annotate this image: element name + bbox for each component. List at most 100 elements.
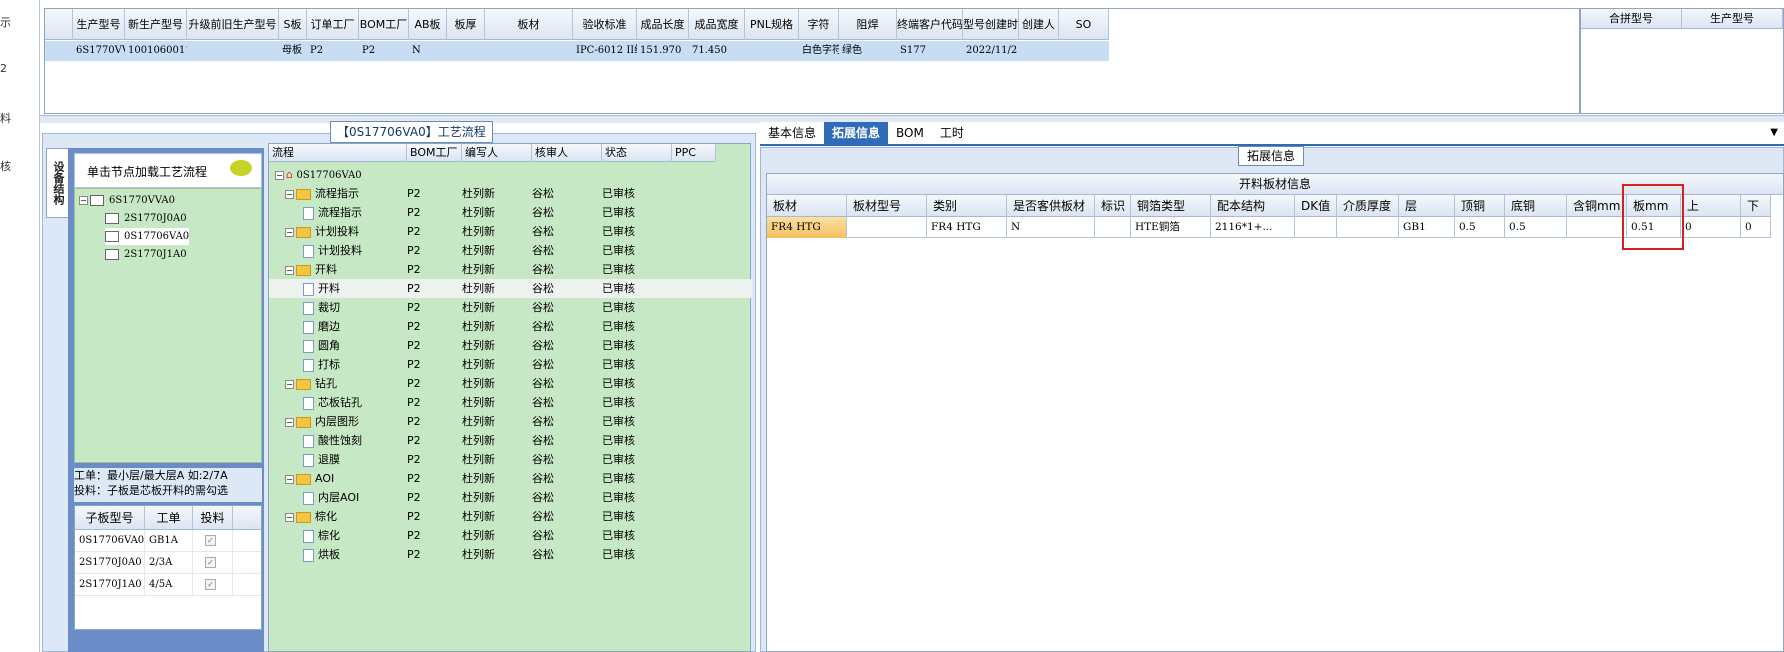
collapse-icon[interactable]: −: [285, 265, 294, 275]
process-col-header[interactable]: PPC: [672, 144, 716, 162]
process-name-cell[interactable]: 芯板钻孔: [269, 393, 407, 412]
material-cell[interactable]: [1337, 217, 1399, 238]
subboard-row[interactable]: 0S17706VA0 GB1A ✓: [75, 530, 261, 552]
process-col-header[interactable]: BOM工厂: [407, 144, 462, 162]
collapse-icon[interactable]: −: [285, 417, 294, 427]
col-header[interactable]: S板: [279, 9, 307, 40]
tree-item[interactable]: 2S1770J0A0: [105, 210, 187, 227]
subboard-cell[interactable]: ✓: [193, 552, 233, 573]
nav-label-1[interactable]: 示: [0, 14, 11, 30]
grid-cell[interactable]: 2022/11/2: [963, 41, 1019, 61]
process-name-cell[interactable]: 开料: [269, 279, 407, 298]
col-header[interactable]: 订单工厂: [307, 9, 359, 40]
grid-cell[interactable]: IPC-6012 II级: [573, 41, 637, 61]
process-row[interactable]: 退膜 P2 杜列新 谷松 已审核: [269, 450, 752, 469]
process-row[interactable]: 裁切 P2 杜列新 谷松 已审核: [269, 298, 752, 317]
grid-cell[interactable]: 10010600113309: [125, 41, 187, 61]
material-col-header[interactable]: 板材型号: [847, 195, 927, 217]
grid-cell[interactable]: [1019, 41, 1059, 61]
subboard-cell[interactable]: 4/5A: [145, 574, 193, 595]
grid-cell[interactable]: 71.450: [689, 41, 745, 61]
process-name-cell[interactable]: − 计划投料: [269, 222, 407, 241]
material-col-header[interactable]: 板材: [767, 195, 847, 217]
col-header[interactable]: 字符: [799, 9, 839, 40]
sub-col-0[interactable]: 子板型号: [75, 506, 145, 529]
process-col-header[interactable]: 状态: [602, 144, 672, 162]
process-name-cell[interactable]: 棕化: [269, 526, 407, 545]
subboard-cell[interactable]: ✓: [193, 530, 233, 551]
tree-item[interactable]: 2S1770J1A0: [105, 246, 187, 263]
process-row[interactable]: − 流程指示 P2 杜列新 谷松 已审核: [269, 184, 752, 203]
process-name-cell[interactable]: − 流程指示: [269, 184, 407, 203]
subboard-row[interactable]: 2S1770J0A0 2/3A ✓: [75, 552, 261, 574]
material-col-header[interactable]: 顶铜: [1455, 195, 1505, 217]
material-col-header[interactable]: 下: [1741, 195, 1771, 217]
tab-bom[interactable]: BOM: [888, 122, 932, 144]
material-cell[interactable]: 2116*1+...: [1211, 217, 1295, 238]
material-cell[interactable]: FR4 HTG: [927, 217, 1007, 238]
material-col-header[interactable]: 上: [1681, 195, 1741, 217]
process-row[interactable]: − 棕化 P2 杜列新 谷松 已审核: [269, 507, 752, 526]
material-cell[interactable]: 0: [1741, 217, 1771, 238]
material-col-header[interactable]: 类别: [927, 195, 1007, 217]
grid-cell[interactable]: S177: [897, 41, 963, 61]
process-row[interactable]: − 钻孔 P2 杜列新 谷松 已审核: [269, 374, 752, 393]
process-name-cell[interactable]: − 钻孔: [269, 374, 407, 393]
process-row[interactable]: 内层AOI P2 杜列新 谷松 已审核: [269, 488, 752, 507]
process-name-cell[interactable]: 圆角: [269, 336, 407, 355]
grid-cell[interactable]: N: [409, 41, 447, 61]
process-name-cell[interactable]: − 开料: [269, 260, 407, 279]
material-row[interactable]: FR4 HTG FR4 HTG N HTE铜箔 2116*1+... GB1 0.5 0.5 0…: [767, 217, 1771, 238]
process-row[interactable]: 圆角 P2 杜列新 谷松 已审核: [269, 336, 752, 355]
col-header[interactable]: 验收标准: [573, 9, 637, 40]
process-row[interactable]: − 内层图形 P2 杜列新 谷松 已审核: [269, 412, 752, 431]
process-row[interactable]: 芯板钻孔 P2 杜列新 谷松 已审核: [269, 393, 752, 412]
process-row[interactable]: 烘板 P2 杜列新 谷松 已审核: [269, 545, 752, 564]
process-row[interactable]: 酸性蚀刻 P2 杜列新 谷松 已审核: [269, 431, 752, 450]
vertical-tab-structure[interactable]: 设备结构: [46, 148, 68, 218]
grid-cell[interactable]: 6S1770VVA0: [73, 41, 125, 61]
process-row[interactable]: 计划投料 P2 杜列新 谷松 已审核: [269, 241, 752, 260]
col-header[interactable]: SO: [1059, 9, 1109, 40]
material-col-header[interactable]: 底铜: [1505, 195, 1567, 217]
process-col-header[interactable]: 编写人: [462, 144, 532, 162]
nav-label-4[interactable]: 核: [0, 158, 11, 174]
material-col-header[interactable]: 层: [1399, 195, 1455, 217]
collapse-icon[interactable]: −: [285, 189, 294, 199]
material-cell[interactable]: 0.5: [1455, 217, 1505, 238]
grid-cell[interactable]: 151.970: [637, 41, 689, 61]
process-col-header[interactable]: 核审人: [532, 144, 602, 162]
sub-col-2[interactable]: 投料: [193, 506, 233, 529]
material-cell[interactable]: FR4 HTG: [767, 217, 847, 238]
col-header[interactable]: PNL规格: [745, 9, 799, 40]
tab-work-hours[interactable]: 工时: [932, 122, 972, 144]
checkbox-icon[interactable]: ✓: [205, 535, 216, 546]
tab-basic-info[interactable]: 基本信息: [760, 122, 824, 144]
material-col-header[interactable]: 标识: [1095, 195, 1131, 217]
process-name-cell[interactable]: 流程指示: [269, 203, 407, 222]
grid-cell[interactable]: [1059, 41, 1109, 61]
merge-col-0[interactable]: 合拼型号: [1581, 9, 1682, 28]
col-header[interactable]: 成品长度: [637, 9, 689, 40]
process-row[interactable]: 开料 P2 杜列新 谷松 已审核: [269, 279, 752, 298]
process-name-cell[interactable]: − AOI: [269, 469, 407, 488]
collapse-icon[interactable]: −: [285, 379, 294, 389]
material-cell[interactable]: [1095, 217, 1131, 238]
tab-dropdown-icon[interactable]: ▼: [1762, 122, 1784, 144]
subboard-cell[interactable]: 2S1770J1A0: [75, 574, 145, 595]
col-header[interactable]: BOM工厂: [359, 9, 409, 40]
merge-col-1[interactable]: 生产型号: [1682, 9, 1783, 28]
process-row[interactable]: 磨边 P2 杜列新 谷松 已审核: [269, 317, 752, 336]
process-row[interactable]: − 计划投料 P2 杜列新 谷松 已审核: [269, 222, 752, 241]
material-col-header[interactable]: 介质厚度: [1337, 195, 1399, 217]
subboard-row[interactable]: 2S1770J1A0 4/5A ✓: [75, 574, 261, 596]
material-col-header[interactable]: DK值: [1295, 195, 1337, 217]
process-name-cell[interactable]: 计划投料: [269, 241, 407, 260]
material-cell[interactable]: GB1: [1399, 217, 1455, 238]
checkbox-icon[interactable]: ✓: [205, 579, 216, 590]
subboard-cell[interactable]: ✓: [193, 574, 233, 595]
grid-cell[interactable]: 母板: [279, 41, 307, 61]
material-cell[interactable]: 0.5: [1505, 217, 1567, 238]
sub-col-1[interactable]: 工单: [145, 506, 193, 529]
col-header[interactable]: 阻焊: [839, 9, 897, 40]
